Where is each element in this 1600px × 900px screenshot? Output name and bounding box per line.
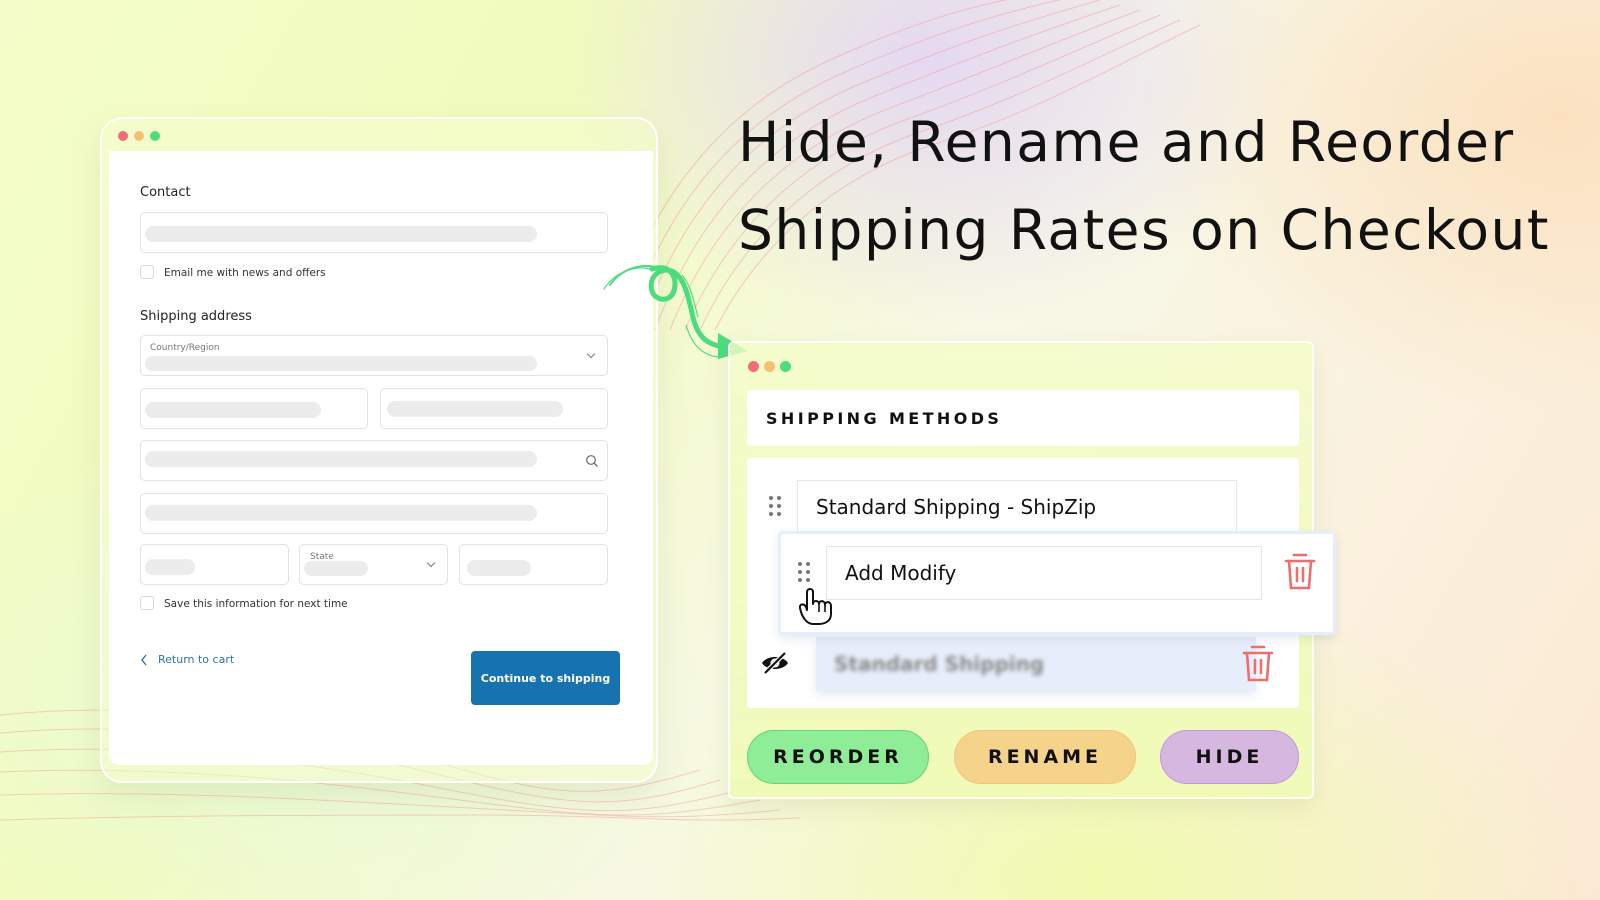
rename-button[interactable]: RENAME: [954, 730, 1136, 784]
minimize-dot[interactable]: [764, 361, 775, 372]
chevron-left-icon: [141, 654, 147, 665]
window-controls: [118, 131, 160, 141]
maximize-dot[interactable]: [150, 131, 160, 141]
drag-handle-icon[interactable]: [769, 496, 781, 516]
last-name-field[interactable]: [380, 388, 608, 429]
apartment-field[interactable]: [140, 493, 608, 534]
save-info-label: Save this information for next time: [164, 598, 348, 610]
trash-icon[interactable]: [1283, 552, 1317, 592]
country-label: Country/Region: [150, 343, 220, 353]
chevron-down-icon: [586, 349, 596, 359]
email-optin-label: Email me with news and offers: [164, 267, 326, 279]
trash-icon[interactable]: [1241, 644, 1275, 684]
headline-line-2: Shipping Rates on Checkout: [738, 198, 1550, 262]
headline-line-1: Hide, Rename and Reorder: [738, 110, 1515, 174]
address-field[interactable]: [140, 440, 608, 481]
search-icon[interactable]: [585, 454, 599, 468]
shipping-address-heading: Shipping address: [140, 309, 252, 324]
drag-handle-icon[interactable]: [798, 562, 810, 582]
placeholder-bar: [467, 560, 531, 576]
save-info-checkbox[interactable]: [140, 596, 154, 610]
minimize-dot[interactable]: [134, 131, 144, 141]
continue-to-shipping-button[interactable]: Continue to shipping: [471, 651, 620, 705]
checkout-window: Contact Email me with news and offers Sh…: [100, 117, 658, 783]
checkout-form: Contact Email me with news and offers Sh…: [109, 151, 653, 765]
first-name-field[interactable]: [140, 388, 368, 429]
placeholder-bar: [145, 451, 537, 467]
placeholder-bar: [145, 505, 537, 521]
window-controls: [748, 361, 791, 372]
hidden-rate-row[interactable]: Standard Shipping: [816, 637, 1256, 691]
country-select[interactable]: Country/Region: [140, 335, 608, 376]
rate-name-input[interactable]: Standard Shipping - ShipZip: [797, 480, 1237, 534]
hand-cursor-icon: [799, 588, 832, 625]
shipping-methods-title: SHIPPING METHODS: [747, 390, 1299, 446]
state-select[interactable]: State: [299, 544, 448, 585]
maximize-dot[interactable]: [780, 361, 791, 372]
placeholder-bar: [145, 402, 321, 418]
hidden-rate-name: Standard Shipping: [834, 652, 1045, 676]
zip-field[interactable]: [459, 544, 608, 585]
close-dot[interactable]: [118, 131, 128, 141]
eye-off-icon[interactable]: [760, 651, 790, 675]
return-to-cart-link[interactable]: Return to cart: [140, 653, 234, 666]
city-field[interactable]: [140, 544, 289, 585]
placeholder-bar: [304, 561, 368, 576]
placeholder-bar: [145, 559, 195, 575]
reorder-button[interactable]: REORDER: [747, 730, 929, 784]
headline: Hide, Rename and Reorder Shipping Rates …: [738, 98, 1558, 274]
chevron-down-icon: [426, 558, 436, 568]
contact-heading: Contact: [140, 185, 191, 200]
contact-field[interactable]: [140, 212, 608, 253]
placeholder-bar: [145, 226, 537, 242]
placeholder-bar: [387, 401, 563, 417]
return-to-cart-label: Return to cart: [158, 653, 235, 666]
email-optin-checkbox[interactable]: [140, 265, 154, 279]
rate-name-input[interactable]: Add Modify: [826, 546, 1262, 600]
hide-button[interactable]: HIDE: [1160, 730, 1299, 784]
close-dot[interactable]: [748, 361, 759, 372]
dragging-rate-card[interactable]: Add Modify: [778, 531, 1336, 635]
placeholder-bar: [145, 356, 537, 371]
